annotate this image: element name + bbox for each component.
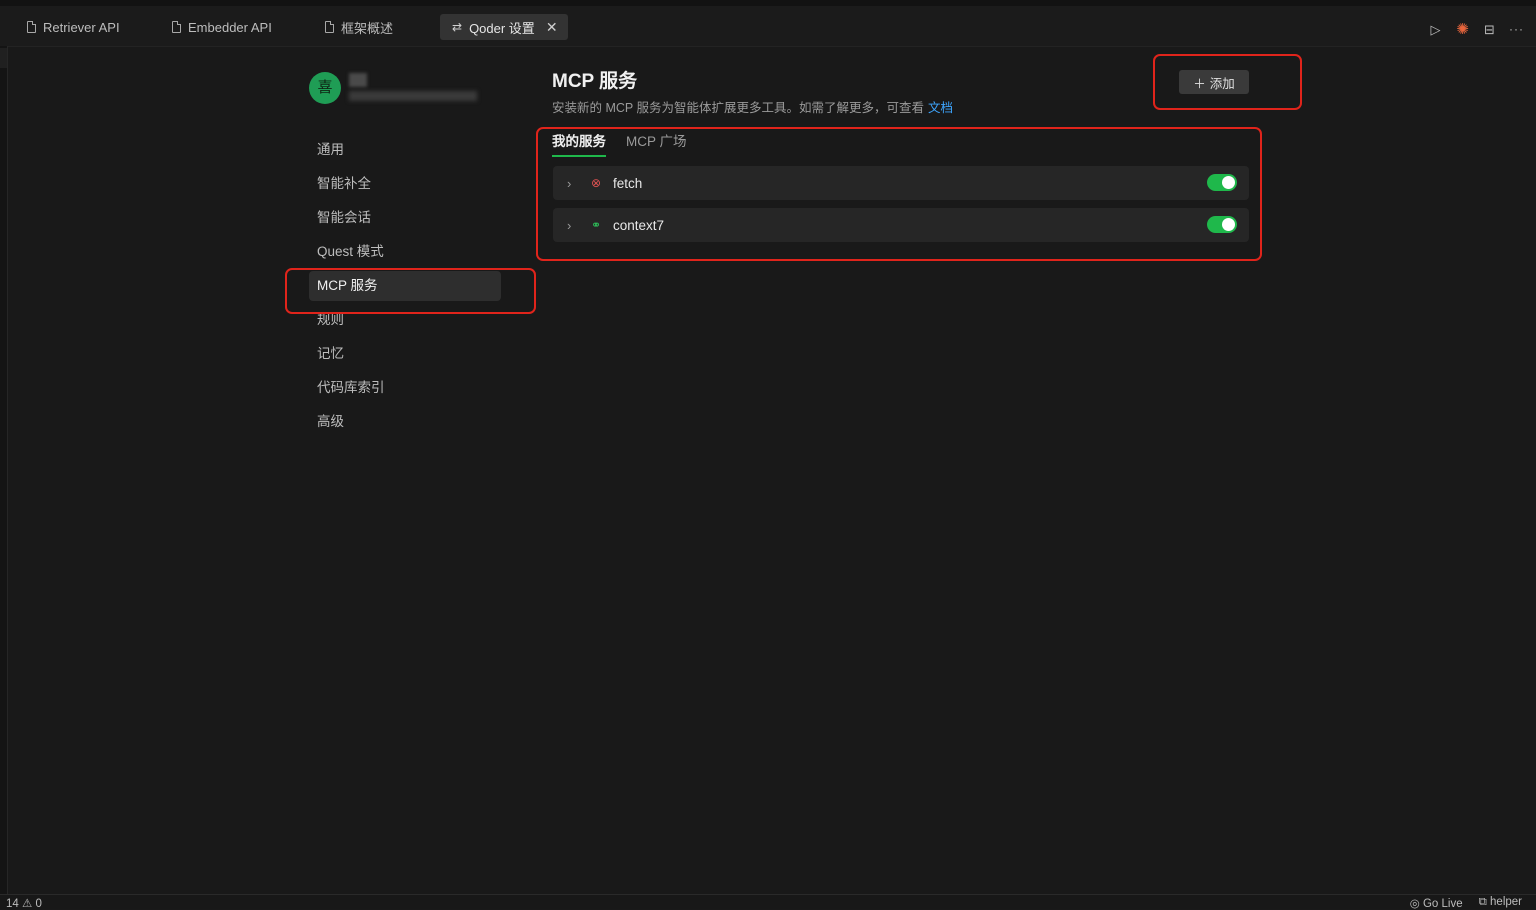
nav-item-general[interactable]: 通用 — [309, 135, 501, 165]
file-icon — [172, 21, 181, 33]
editor-tab-bar: Retriever API Embedder API 框架概述 ⇄ Qoder … — [0, 6, 1536, 47]
settings-icon: ⇄ — [452, 20, 463, 34]
tab-qoder-settings[interactable]: ⇄ Qoder 设置 ✕ — [440, 14, 568, 40]
nav-item-memory[interactable]: 记忆 — [309, 339, 501, 369]
nav-item-completion[interactable]: 智能补全 — [309, 169, 501, 199]
page-title: MCP 服务 — [552, 71, 638, 92]
helper-label: helper — [1490, 896, 1522, 908]
nav-item-advanced[interactable]: 高级 — [309, 407, 501, 437]
editor-actions: ▷ ✺ ⊟ ··· — [1428, 22, 1524, 37]
highlight-box-add — [1153, 54, 1302, 110]
nav-item-codebase-index[interactable]: 代码库索引 — [309, 373, 501, 403]
nav-item-chat[interactable]: 智能会话 — [309, 203, 501, 233]
highlight-box-servers — [536, 127, 1262, 261]
redacted-username — [349, 73, 479, 103]
highlight-box-nav — [285, 268, 536, 314]
run-icon[interactable]: ▷ — [1428, 22, 1443, 37]
status-bar: 14 ⚠ 0 ◎ Go Live ⧉ helper — [0, 894, 1536, 910]
split-editor-icon[interactable]: ⊟ — [1482, 22, 1497, 37]
subtitle-text: 安装新的 MCP 服务为智能体扩展更多工具。如需了解更多，可查看 — [552, 101, 924, 115]
tab-retriever-api[interactable]: Retriever API — [27, 14, 120, 40]
avatar: 喜 — [309, 72, 341, 104]
nav-item-quest-mode[interactable]: Quest 模式 — [309, 237, 501, 267]
tab-embedder-api[interactable]: Embedder API — [172, 14, 272, 40]
spark-icon[interactable]: ✺ — [1455, 22, 1470, 37]
activity-bar-edge — [0, 46, 8, 894]
tab-label: Retriever API — [43, 19, 120, 35]
tab-framework-overview[interactable]: 框架概述 — [325, 14, 393, 40]
user-profile: 喜 — [309, 72, 479, 104]
more-icon[interactable]: ··· — [1509, 22, 1524, 37]
go-live-label: Go Live — [1422, 898, 1463, 910]
file-icon — [27, 21, 36, 33]
docs-link[interactable]: 文档 — [928, 101, 953, 115]
tab-label: Qoder 设置 — [469, 20, 535, 36]
tab-label: 框架概述 — [341, 20, 394, 36]
close-icon[interactable]: ✕ — [546, 19, 558, 36]
tab-label: Embedder API — [188, 19, 272, 35]
page-subtitle: 安装新的 MCP 服务为智能体扩展更多工具。如需了解更多，可查看 文档 — [552, 97, 953, 116]
file-icon — [325, 21, 334, 33]
